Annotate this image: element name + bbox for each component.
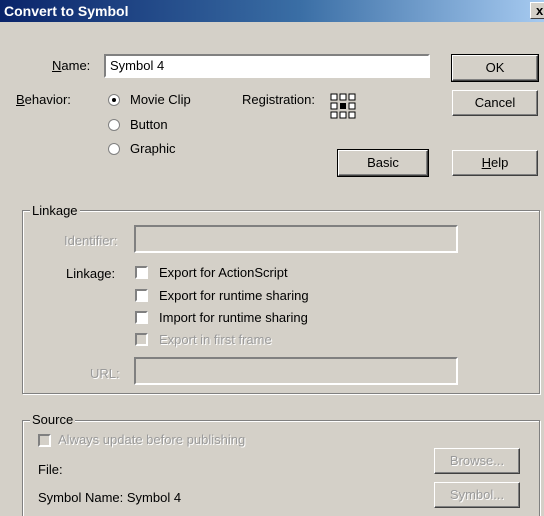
url-label: URL: <box>90 366 120 381</box>
import-runtime-sharing-label: Import for runtime sharing <box>159 310 308 325</box>
identifier-label: Identifier: <box>64 233 118 248</box>
name-input-value: Symbol 4 <box>110 58 165 73</box>
always-update-checkbox[interactable] <box>38 434 51 447</box>
radio-movie-clip-label: Movie Clip <box>130 92 191 107</box>
cancel-button[interactable]: Cancel <box>452 90 538 116</box>
help-button[interactable]: Help <box>452 150 538 176</box>
name-input[interactable]: Symbol 4 <box>104 54 430 78</box>
ok-button[interactable]: OK <box>451 54 539 82</box>
import-runtime-sharing-checkbox[interactable] <box>135 311 148 324</box>
export-runtime-sharing-label: Export for runtime sharing <box>159 288 309 303</box>
registration-grid-icon[interactable] <box>330 93 356 119</box>
close-button[interactable]: x <box>530 2 544 19</box>
name-label-rest: ame: <box>61 58 91 73</box>
url-input[interactable] <box>134 357 458 385</box>
symbol-button[interactable]: Symbol... <box>434 482 520 508</box>
browse-button[interactable]: Browse... <box>434 448 520 474</box>
registration-label: Registration: <box>242 92 315 107</box>
linkage-group-label: Linkage <box>30 203 80 218</box>
name-label: Name: <box>52 58 91 73</box>
export-first-frame-label: Export in first frame <box>159 332 272 347</box>
radio-button-label: Button <box>130 117 168 132</box>
basic-button[interactable]: Basic <box>337 149 429 177</box>
always-update-label: Always update before publishing <box>58 432 246 447</box>
linkage-label: Linkage: <box>66 266 116 281</box>
radio-button[interactable] <box>108 119 120 131</box>
radio-movie-clip[interactable] <box>108 94 120 106</box>
file-label: File: <box>38 462 63 477</box>
export-actionscript-checkbox[interactable] <box>135 266 148 279</box>
radio-selected-dot <box>112 98 116 102</box>
radio-graphic-label: Graphic <box>130 141 176 156</box>
close-icon: x <box>536 3 544 18</box>
dialog-title: Convert to Symbol <box>4 3 129 19</box>
behavior-label: Behavior: <box>16 92 71 107</box>
symbol-name-label: Symbol Name: Symbol 4 <box>38 490 182 505</box>
export-first-frame-checkbox[interactable] <box>135 333 148 346</box>
source-group-label: Source <box>30 412 76 427</box>
export-actionscript-label: Export for ActionScript <box>159 265 288 280</box>
radio-graphic[interactable] <box>108 143 120 155</box>
title-bar[interactable]: Convert to Symbol x <box>0 0 544 22</box>
convert-to-symbol-dialog: Convert to Symbol x Name: Symbol 4 Behav… <box>0 0 544 516</box>
export-runtime-sharing-checkbox[interactable] <box>135 289 148 302</box>
identifier-input[interactable] <box>134 225 458 253</box>
